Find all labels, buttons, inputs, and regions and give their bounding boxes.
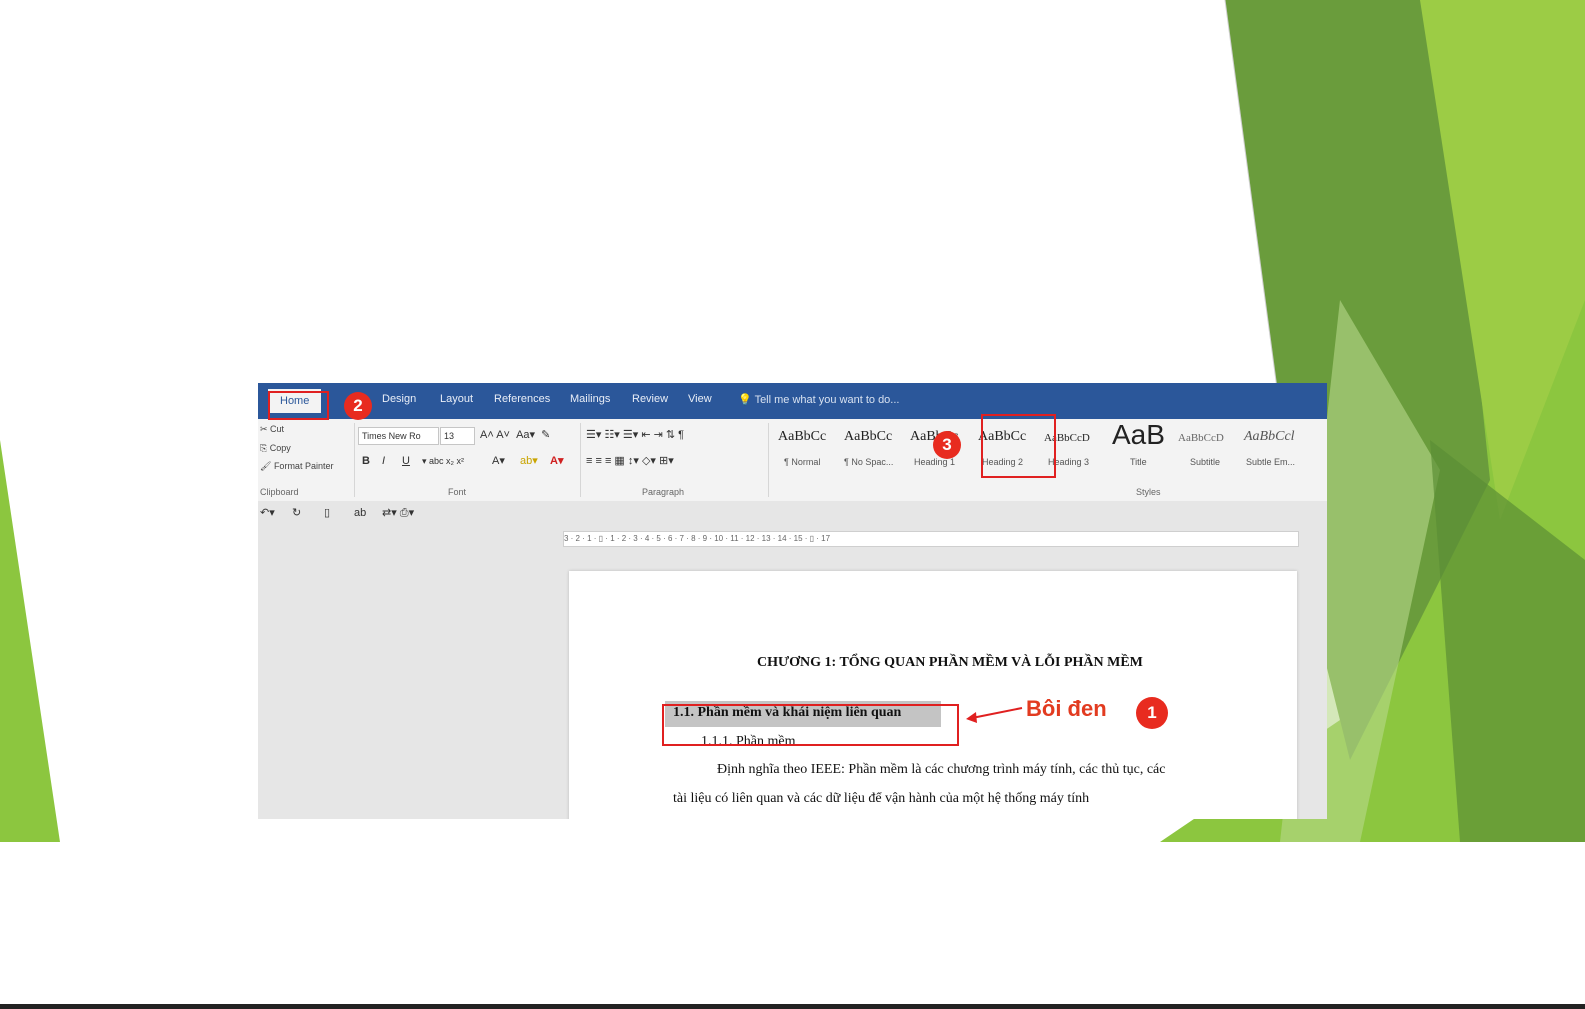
- tab-view[interactable]: View: [688, 393, 712, 405]
- step-3-badge: 3: [933, 431, 961, 459]
- ribbon-home: ✂ Cut ⎘ Copy 🖌 Format Painter Clipboard …: [258, 419, 1327, 502]
- underline-button[interactable]: U: [402, 453, 410, 469]
- font-size-tools[interactable]: A˄ A˅ Aa▾ ✎: [480, 427, 550, 443]
- document-page: CHƯƠNG 1: TỔNG QUAN PHẦN MỀM VÀ LỖI PHẦN…: [569, 571, 1297, 819]
- font-group-label: Font: [448, 487, 467, 497]
- tab-references[interactable]: References: [494, 393, 550, 405]
- quick-access-toolbar: ↶▾ ↻ ▯ ab ⇄▾ ⎙▾: [258, 501, 1327, 525]
- paragraph-line-1: Định nghĩa theo IEEE: Phần mềm là các ch…: [717, 762, 1166, 777]
- customize-toolbar-icon[interactable]: ⇄▾ ⎙▾: [382, 505, 414, 521]
- step-1-badge: 1: [1136, 697, 1168, 729]
- home-tab-highlight-box: [268, 391, 329, 420]
- style-subtle-emphasis-preview[interactable]: AaBbCcl: [1244, 429, 1295, 445]
- cut-button[interactable]: ✂ Cut: [260, 424, 284, 435]
- style-normal-label: ¶ Normal: [784, 457, 821, 467]
- tell-me-search[interactable]: 💡 Tell me what you want to do...: [738, 393, 899, 406]
- spelling-icon[interactable]: ab: [354, 505, 366, 521]
- italic-button[interactable]: I: [382, 453, 385, 469]
- cut-label: Cut: [270, 424, 285, 434]
- redo-icon[interactable]: ↻: [292, 505, 301, 521]
- new-document-icon[interactable]: ▯: [324, 505, 330, 521]
- horizontal-ruler[interactable]: 3 · 2 · 1 · ▯ · 1 · 2 · 3 · 4 · 5 · 6 · …: [563, 531, 1299, 547]
- font-name-select[interactable]: Times New Ro: [358, 427, 439, 445]
- heading2-highlight-box: [981, 414, 1056, 478]
- tell-me-text: Tell me what you want to do...: [754, 394, 900, 406]
- style-subtitle-label: Subtitle: [1190, 457, 1221, 467]
- format-painter-label: Format Painter: [273, 461, 334, 471]
- tab-design[interactable]: Design: [382, 393, 416, 405]
- strike-sub-super-buttons[interactable]: ▾ abc x₂ x²: [422, 453, 464, 469]
- paragraph-line-2: tài liệu có liên quan và các dữ liệu để …: [673, 791, 1090, 806]
- text-effects-icon[interactable]: A▾: [492, 453, 505, 469]
- word-screenshot: Home Design Layout References Mailings R…: [258, 383, 1327, 819]
- chapter-title: CHƯƠNG 1: TỔNG QUAN PHẦN MỀM VÀ LỖI PHẦN…: [757, 655, 1143, 670]
- font-color-icon[interactable]: A▾: [550, 453, 563, 469]
- clear-format-icon: ✎: [541, 429, 551, 441]
- highlight-color-icon[interactable]: ab▾: [520, 453, 538, 469]
- format-painter-button[interactable]: 🖌 Format Painter: [260, 461, 333, 472]
- paragraph-group-label: Paragraph: [642, 487, 685, 497]
- copy-label: Copy: [269, 443, 291, 453]
- arrow-icon: [966, 707, 1023, 723]
- style-title-preview[interactable]: AaB: [1112, 419, 1165, 451]
- style-title-label: Title: [1130, 457, 1147, 467]
- styles-group-label: Styles: [1136, 487, 1161, 497]
- copy-button[interactable]: ⎘ Copy: [260, 443, 291, 454]
- alignment-buttons[interactable]: ≡ ≡ ≡ ▦ ↕▾ ◇▾ ⊞▾: [586, 453, 674, 469]
- list-buttons[interactable]: ☰▾ ☷▾ ☰▾ ⇤ ⇥ ⇅ ¶: [586, 427, 684, 443]
- heading-selection-box: [662, 704, 959, 746]
- style-no-spacing-label: ¶ No Spac...: [844, 457, 894, 467]
- callout-text: Bôi đen: [1026, 696, 1107, 721]
- undo-icon[interactable]: ↶▾: [260, 505, 275, 521]
- style-subtle-emphasis-label: Subtle Em...: [1246, 457, 1296, 467]
- style-subtitle-preview[interactable]: AaBbCcD: [1178, 432, 1224, 444]
- tab-mailings[interactable]: Mailings: [570, 393, 610, 405]
- bottom-edge: [0, 1004, 1585, 1009]
- step-2-badge: 2: [344, 392, 372, 420]
- style-no-spacing-preview[interactable]: AaBbCc: [844, 429, 892, 445]
- tab-layout[interactable]: Layout: [440, 393, 473, 405]
- style-normal-preview[interactable]: AaBbCc: [778, 429, 826, 445]
- font-size-select[interactable]: 13: [440, 427, 475, 445]
- ribbon-tab-bar: Home Design Layout References Mailings R…: [258, 383, 1327, 419]
- clipboard-group-label: Clipboard: [260, 487, 299, 497]
- left-green-shape: [0, 440, 60, 842]
- bold-button[interactable]: B: [362, 453, 370, 469]
- tab-review[interactable]: Review: [632, 393, 668, 405]
